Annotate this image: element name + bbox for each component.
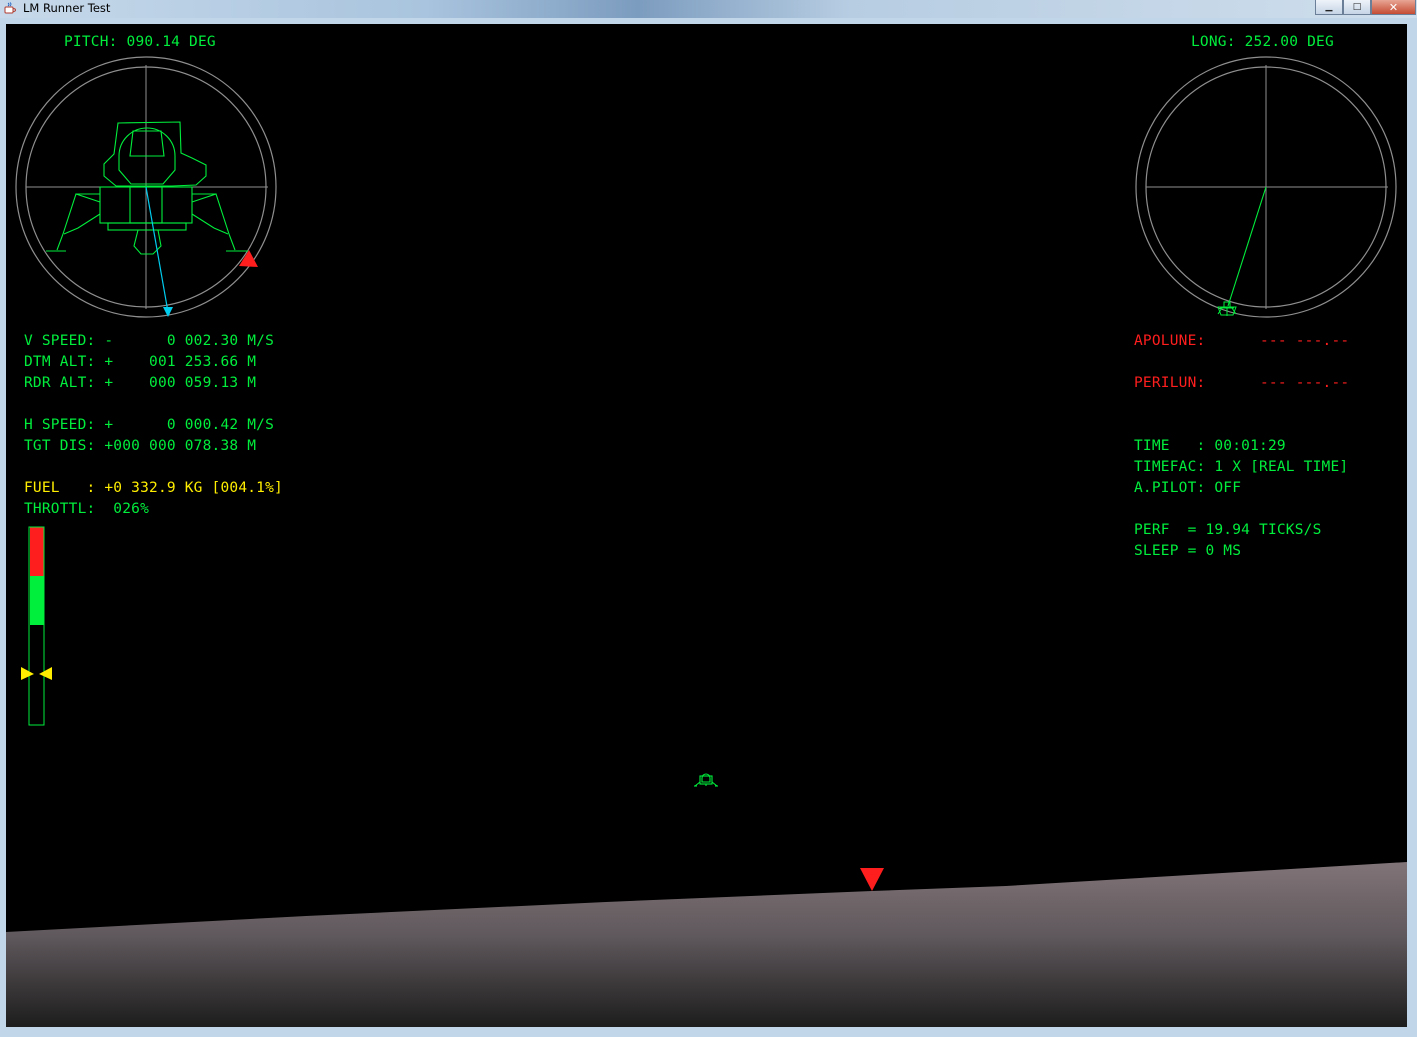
lunar-terrain xyxy=(6,862,1407,1027)
sleep-readout: SLEEP = 0 MS xyxy=(1134,543,1242,559)
perf-readout: PERF = 19.94 TICKS/S xyxy=(1134,522,1322,538)
java-icon xyxy=(4,2,16,14)
landing-target-marker xyxy=(860,868,884,891)
v-speed-readout: V SPEED: - 0 002.30 M/S xyxy=(24,333,275,349)
maximize-icon: □ xyxy=(1352,2,1362,12)
throttle-indicator-left xyxy=(21,667,34,680)
tgt-dis-readout: TGT DIS: +000 000 078.38 M xyxy=(24,438,257,454)
window-title: LM Runner Test xyxy=(23,1,111,15)
pitch-readout: PITCH: 090.14 DEG xyxy=(64,34,216,50)
minimize-icon: ▁ xyxy=(1325,2,1333,12)
apolune-value: --- ---.-- xyxy=(1260,333,1350,349)
lander-wireframe-icon xyxy=(46,121,248,255)
perilune-value: --- ---.-- xyxy=(1260,375,1350,391)
minimize-button[interactable]: ▁ xyxy=(1315,0,1343,15)
velocity-vector xyxy=(145,186,169,313)
maximize-button[interactable]: □ xyxy=(1343,0,1371,15)
longitude-gauge xyxy=(1135,56,1397,318)
throttle-indicator-right xyxy=(39,667,52,680)
autopilot-readout: A.PILOT: OFF xyxy=(1134,480,1242,496)
rdr-alt-readout: RDR ALT: + 000 059.13 M xyxy=(24,375,257,391)
throttle-readout: THROTTL: 026% xyxy=(24,501,150,517)
throttle-bar xyxy=(21,526,52,726)
lander-icon xyxy=(694,773,718,787)
fuel-readout: FUEL : +0 332.9 KG [004.1%] xyxy=(24,480,283,496)
simulation-canvas[interactable]: PITCH: 090.14 DEG LONG: 252.00 DEG V SPE… xyxy=(6,24,1407,1027)
longitude-readout: LONG: 252.00 DEG xyxy=(1191,34,1334,50)
window-titlebar[interactable]: LM Runner Test ▁ □ ✕ xyxy=(0,0,1417,18)
h-speed-readout: H SPEED: + 0 000.42 M/S xyxy=(24,417,275,433)
perilune-label: PERILUN: xyxy=(1134,375,1206,391)
close-icon: ✕ xyxy=(1388,0,1399,14)
apolune-label: APOLUNE: xyxy=(1134,333,1206,349)
time-readout: TIME : 00:01:29 xyxy=(1134,438,1286,454)
dtm-alt-readout: DTM ALT: + 001 253.66 M xyxy=(24,354,257,370)
close-button[interactable]: ✕ xyxy=(1371,0,1416,15)
pitch-gauge xyxy=(15,56,277,318)
timefac-readout: TIMEFAC: 1 X [REAL TIME] xyxy=(1134,459,1349,475)
